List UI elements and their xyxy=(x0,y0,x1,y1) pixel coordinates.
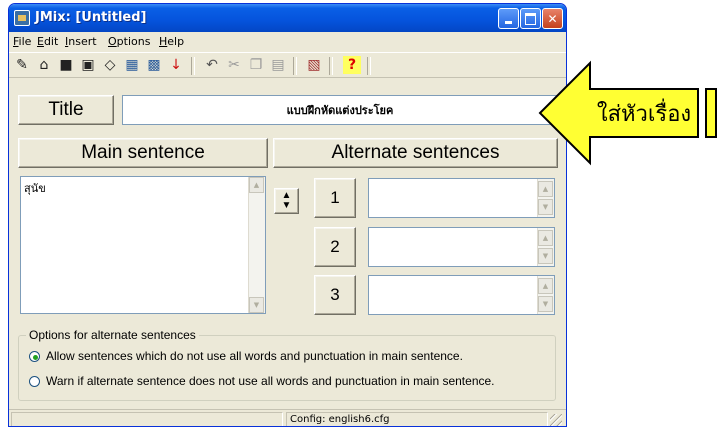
main-sentence-text: สุนัข xyxy=(24,182,46,195)
move-down-icon[interactable]: ▼ xyxy=(282,201,292,211)
main-sentence-label[interactable]: Main sentence xyxy=(18,138,268,168)
status-bar: Config: english6.cfg xyxy=(9,409,566,426)
cut-icon[interactable]: ✂ xyxy=(225,56,243,74)
clear-icon[interactable]: ◇ xyxy=(101,56,119,74)
close-icon: ✕ xyxy=(547,11,558,26)
scroll-up-icon[interactable]: ▲ xyxy=(538,181,553,197)
scroll-up-icon[interactable]: ▲ xyxy=(538,230,553,246)
scroll-down-icon[interactable]: ▼ xyxy=(538,199,553,215)
alternate-input-1[interactable]: ▲ ▼ xyxy=(368,178,555,218)
jmix-window: JMix: [Untitled] ✕ File Edit Insert Opti… xyxy=(8,3,567,427)
copy-icon[interactable]: ❐ xyxy=(247,56,265,74)
export-icon[interactable]: ▦ xyxy=(123,56,141,74)
menu-options[interactable]: Options xyxy=(108,35,150,48)
toolbar-separator xyxy=(367,57,371,75)
alternate-sentences-label[interactable]: Alternate sentences xyxy=(273,138,558,168)
scroll-up-icon[interactable]: ▲ xyxy=(538,278,553,294)
window-title: JMix: [Untitled] xyxy=(35,10,147,25)
maximize-icon xyxy=(525,12,536,25)
help-icon[interactable]: ? xyxy=(343,56,361,74)
menu-file[interactable]: File xyxy=(13,35,31,48)
alternate-number-1[interactable]: 1 xyxy=(314,178,356,218)
config-icon[interactable]: ▧ xyxy=(305,56,323,74)
minimize-icon xyxy=(505,21,512,24)
app-icon[interactable] xyxy=(14,10,30,26)
maximize-button[interactable] xyxy=(520,8,541,29)
alternate-input-3[interactable]: ▲ ▼ xyxy=(368,275,555,315)
scroll-down-icon[interactable]: ▼ xyxy=(538,248,553,264)
allow-radio[interactable] xyxy=(29,351,40,362)
alternate-2-scrollbar[interactable]: ▲ ▼ xyxy=(537,228,554,266)
title-bar[interactable]: JMix: [Untitled] ✕ xyxy=(9,4,566,32)
paste-icon[interactable]: ▤ xyxy=(269,56,287,74)
undo-icon[interactable]: ↶ xyxy=(203,56,221,74)
menu-bar: File Edit Insert Options Help xyxy=(9,32,566,51)
main-sentence-textarea[interactable]: สุนัข ▲ ▼ xyxy=(20,176,266,314)
open-icon[interactable]: ⌂ xyxy=(35,56,53,74)
menu-help[interactable]: Help xyxy=(159,35,184,48)
menu-insert[interactable]: Insert xyxy=(65,35,97,48)
resize-grip-icon[interactable] xyxy=(550,414,562,426)
arrow-tail-bar xyxy=(705,88,717,138)
save-as-icon[interactable]: ▣ xyxy=(79,56,97,74)
status-config: Config: english6.cfg xyxy=(286,412,548,426)
alternate-number-3[interactable]: 3 xyxy=(314,275,356,315)
alternate-3-scrollbar[interactable]: ▲ ▼ xyxy=(537,276,554,314)
callout-text: ใส่หัวเรื่อง xyxy=(597,98,691,127)
arrow-down-icon[interactable]: ↓ xyxy=(167,56,185,74)
alternate-number-2[interactable]: 2 xyxy=(314,227,356,267)
toolbar-separator xyxy=(293,57,297,75)
save-icon[interactable]: ■ xyxy=(57,56,75,74)
minimize-button[interactable] xyxy=(498,8,519,29)
options-legend: Options for alternate sentences xyxy=(26,328,199,342)
alternate-input-2[interactable]: ▲ ▼ xyxy=(368,227,555,267)
options-group xyxy=(18,335,556,401)
menu-edit[interactable]: Edit xyxy=(37,35,58,48)
title-input[interactable]: แบบฝึกหัดแต่งประโยค xyxy=(122,95,558,125)
warn-label[interactable]: Warn if alternate sentence does not use … xyxy=(46,374,495,388)
alternate-1-scrollbar[interactable]: ▲ ▼ xyxy=(537,179,554,217)
toolbar-separator xyxy=(191,57,195,75)
scroll-up-icon[interactable]: ▲ xyxy=(249,177,264,193)
status-panel-left xyxy=(11,412,283,426)
warn-radio[interactable] xyxy=(29,376,40,387)
title-label[interactable]: Title xyxy=(18,95,114,125)
allow-label[interactable]: Allow sentences which do not use all wor… xyxy=(46,349,463,363)
scroll-down-icon[interactable]: ▼ xyxy=(538,296,553,312)
main-sentence-scrollbar[interactable]: ▲ ▼ xyxy=(248,177,265,313)
move-buttons: ▲ ▼ xyxy=(274,188,299,214)
scroll-down-icon[interactable]: ▼ xyxy=(249,297,264,313)
new-icon[interactable]: ✎ xyxy=(13,56,31,74)
export-web-icon[interactable]: ▩ xyxy=(145,56,163,74)
toolbar-separator xyxy=(329,57,333,75)
close-button[interactable]: ✕ xyxy=(542,8,563,29)
callout-arrow: ใส่หัวเรื่อง xyxy=(538,60,717,166)
toolbar: ✎ ⌂ ■ ▣ ◇ ▦ ▩ ↓ ↶ ✂ ❐ ▤ ▧ ? xyxy=(9,52,566,78)
